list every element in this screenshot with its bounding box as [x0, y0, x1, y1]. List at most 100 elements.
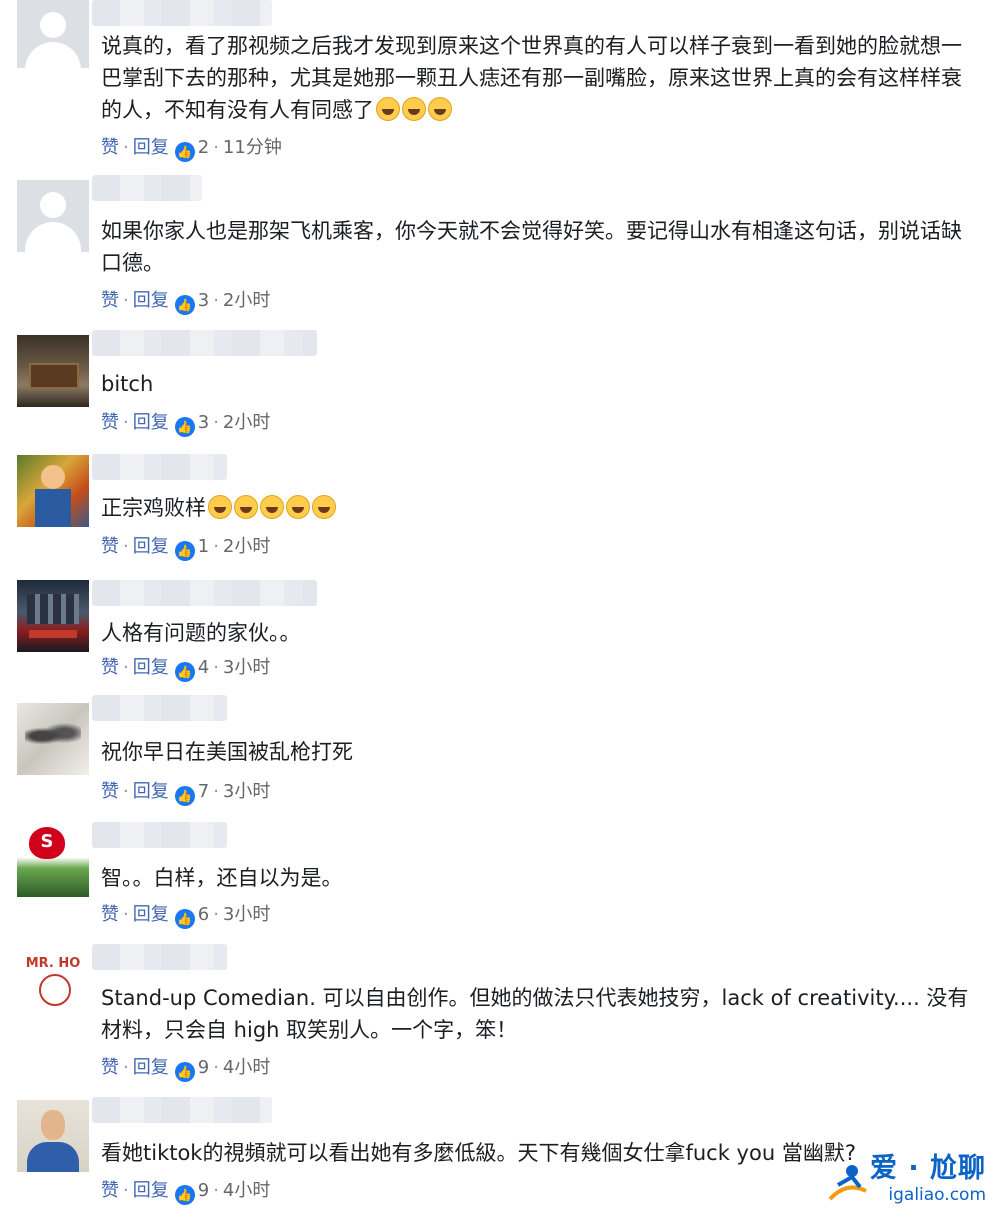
laughing-emoji-icon	[208, 495, 232, 519]
comment-actions: 赞 · 回复 👍 6 · 3小时	[101, 903, 270, 929]
watermark-figure-icon	[828, 1165, 867, 1201]
blurred-commenter-name[interactable]	[92, 330, 317, 356]
like-link[interactable]: 赞	[101, 1180, 119, 1201]
avatar-face-shape	[39, 974, 71, 1006]
comment-actions: 赞 · 回复 👍 7 · 3小时	[101, 780, 270, 806]
timestamp[interactable]: 2小时	[223, 290, 270, 311]
avatar-body-shape	[35, 489, 71, 527]
mr-ho-logo-avatar[interactable]: MR. HO	[17, 952, 89, 1024]
comment: 人格有问题的家伙。。 赞 · 回复 👍 4 · 3小时	[0, 575, 1000, 695]
blurred-commenter-name[interactable]	[92, 822, 227, 848]
reaction-count: 7	[197, 781, 210, 802]
comment-actions: 赞 · 回复 👍 1 · 2小时	[101, 535, 270, 561]
reply-link[interactable]: 回复	[133, 781, 169, 802]
blurred-commenter-name[interactable]	[92, 944, 227, 970]
like-link[interactable]: 赞	[101, 412, 119, 433]
like-link[interactable]: 赞	[101, 1057, 119, 1078]
comment: 祝你早日在美国被乱枪打死 赞 · 回复 👍 7 · 3小时	[0, 695, 1000, 820]
room-photo-avatar[interactable]	[17, 335, 89, 407]
blurred-commenter-name[interactable]	[92, 1097, 272, 1123]
reaction-count: 9	[197, 1180, 210, 1201]
comment-text: 人格有问题的家伙。。	[101, 621, 301, 645]
heart-landscape-avatar[interactable]: S	[17, 825, 89, 897]
blurred-commenter-name[interactable]	[92, 175, 202, 201]
laughing-emoji-icon	[428, 97, 452, 121]
horse-painting-avatar[interactable]	[17, 703, 89, 775]
blurred-commenter-name[interactable]	[92, 454, 227, 480]
reply-link[interactable]: 回复	[133, 137, 169, 158]
watermark-url: igaliao.com	[888, 1185, 986, 1205]
blurred-commenter-name[interactable]	[92, 695, 227, 721]
comment-actions: 赞 · 回复 👍 3 · 2小时	[101, 411, 270, 437]
timestamp[interactable]: 2小时	[223, 536, 270, 557]
timestamp[interactable]: 4小时	[223, 1057, 270, 1078]
comment-actions: 赞 · 回复 👍 3 · 2小时	[101, 289, 270, 315]
avatar-face-shape	[41, 1110, 65, 1140]
thumbs-up-icon[interactable]: 👍	[174, 295, 195, 315]
movie-poster-avatar[interactable]	[17, 580, 89, 652]
default-avatar[interactable]	[17, 0, 89, 68]
cartoon-avatar[interactable]	[17, 455, 89, 527]
like-link[interactable]: 赞	[101, 781, 119, 802]
timestamp[interactable]: 2小时	[223, 412, 270, 433]
reaction-count: 6	[197, 904, 210, 925]
timestamp[interactable]: 4小时	[223, 1180, 270, 1201]
avatar-shoulders-shape	[25, 42, 81, 68]
like-link[interactable]: 赞	[101, 536, 119, 557]
thumbs-up-icon[interactable]: 👍	[174, 417, 195, 437]
like-link[interactable]: 赞	[101, 657, 119, 678]
comment-text: 正宗鸡败样	[101, 492, 971, 524]
comment: 正宗鸡败样 赞 · 回复 👍 1 · 2小时	[0, 450, 1000, 575]
reply-link[interactable]: 回复	[133, 536, 169, 557]
avatar-figures-shape	[27, 594, 79, 624]
thumbs-up-icon[interactable]: 👍	[174, 541, 195, 561]
blurred-commenter-name[interactable]	[92, 580, 317, 606]
comment-text: 智。。白样，还自以为是。	[101, 866, 343, 890]
reply-link[interactable]: 回复	[133, 1057, 169, 1078]
reply-link[interactable]: 回复	[133, 290, 169, 311]
comment-actions: 赞 · 回复 👍 9 · 4小时	[101, 1179, 270, 1205]
like-link[interactable]: 赞	[101, 290, 119, 311]
timestamp[interactable]: 3小时	[223, 781, 270, 802]
reply-link[interactable]: 回复	[133, 904, 169, 925]
laughing-emoji-icon	[376, 97, 400, 121]
comment-text: 如果你家人也是那架飞机乘客，你今天就不会觉得好笑。要记得山水有相逢这句话，别说话…	[101, 219, 962, 275]
thumbs-up-icon[interactable]: 👍	[174, 1185, 195, 1205]
avatar-title-shape	[29, 630, 77, 638]
watermark: 爱 · 尬聊 igaliao.com	[870, 1146, 986, 1205]
comment-actions: 赞 · 回复 👍 9 · 4小时	[101, 1056, 270, 1082]
timestamp[interactable]: 11分钟	[223, 137, 282, 158]
avatar-logo-text: MR. HO	[25, 956, 81, 971]
timestamp[interactable]: 3小时	[223, 657, 270, 678]
man-portrait-avatar[interactable]	[17, 1100, 89, 1172]
avatar-ink-shape	[25, 721, 81, 751]
avatar-table-shape	[29, 363, 79, 389]
thumbs-up-icon[interactable]: 👍	[174, 662, 195, 682]
like-link[interactable]: 赞	[101, 904, 119, 925]
reply-link[interactable]: 回复	[133, 412, 169, 433]
blurred-commenter-name[interactable]	[92, 0, 272, 26]
comment-text: bitch	[101, 372, 154, 396]
comment-text: 祝你早日在美国被乱枪打死	[101, 740, 353, 764]
comment: 如果你家人也是那架飞机乘客，你今天就不会觉得好笑。要记得山水有相逢这句话，别说话…	[0, 175, 1000, 325]
comment: MR. HO Stand-up Comedian. 可以自由创作。但她的做法只代…	[0, 940, 1000, 1095]
reply-link[interactable]: 回复	[133, 657, 169, 678]
reply-link[interactable]: 回复	[133, 1180, 169, 1201]
thumbs-up-icon[interactable]: 👍	[174, 1062, 195, 1082]
like-link[interactable]: 赞	[101, 137, 119, 158]
avatar-shirt-shape	[27, 1142, 79, 1172]
laughing-emoji-icon	[312, 495, 336, 519]
laughing-emoji-icon	[234, 495, 258, 519]
thumbs-up-icon[interactable]: 👍	[174, 786, 195, 806]
laughing-emoji-icon	[402, 97, 426, 121]
timestamp[interactable]: 3小时	[223, 904, 270, 925]
thumbs-up-icon[interactable]: 👍	[174, 142, 195, 162]
avatar-heart-shape: S	[29, 827, 65, 859]
laughing-emoji-icon	[260, 495, 284, 519]
avatar-shoulders-shape	[25, 222, 81, 252]
default-avatar[interactable]	[17, 180, 89, 252]
reaction-count: 3	[197, 290, 210, 311]
thumbs-up-icon[interactable]: 👍	[174, 909, 195, 929]
laughing-emoji-icon	[286, 495, 310, 519]
avatar-figure-shape	[41, 465, 65, 489]
